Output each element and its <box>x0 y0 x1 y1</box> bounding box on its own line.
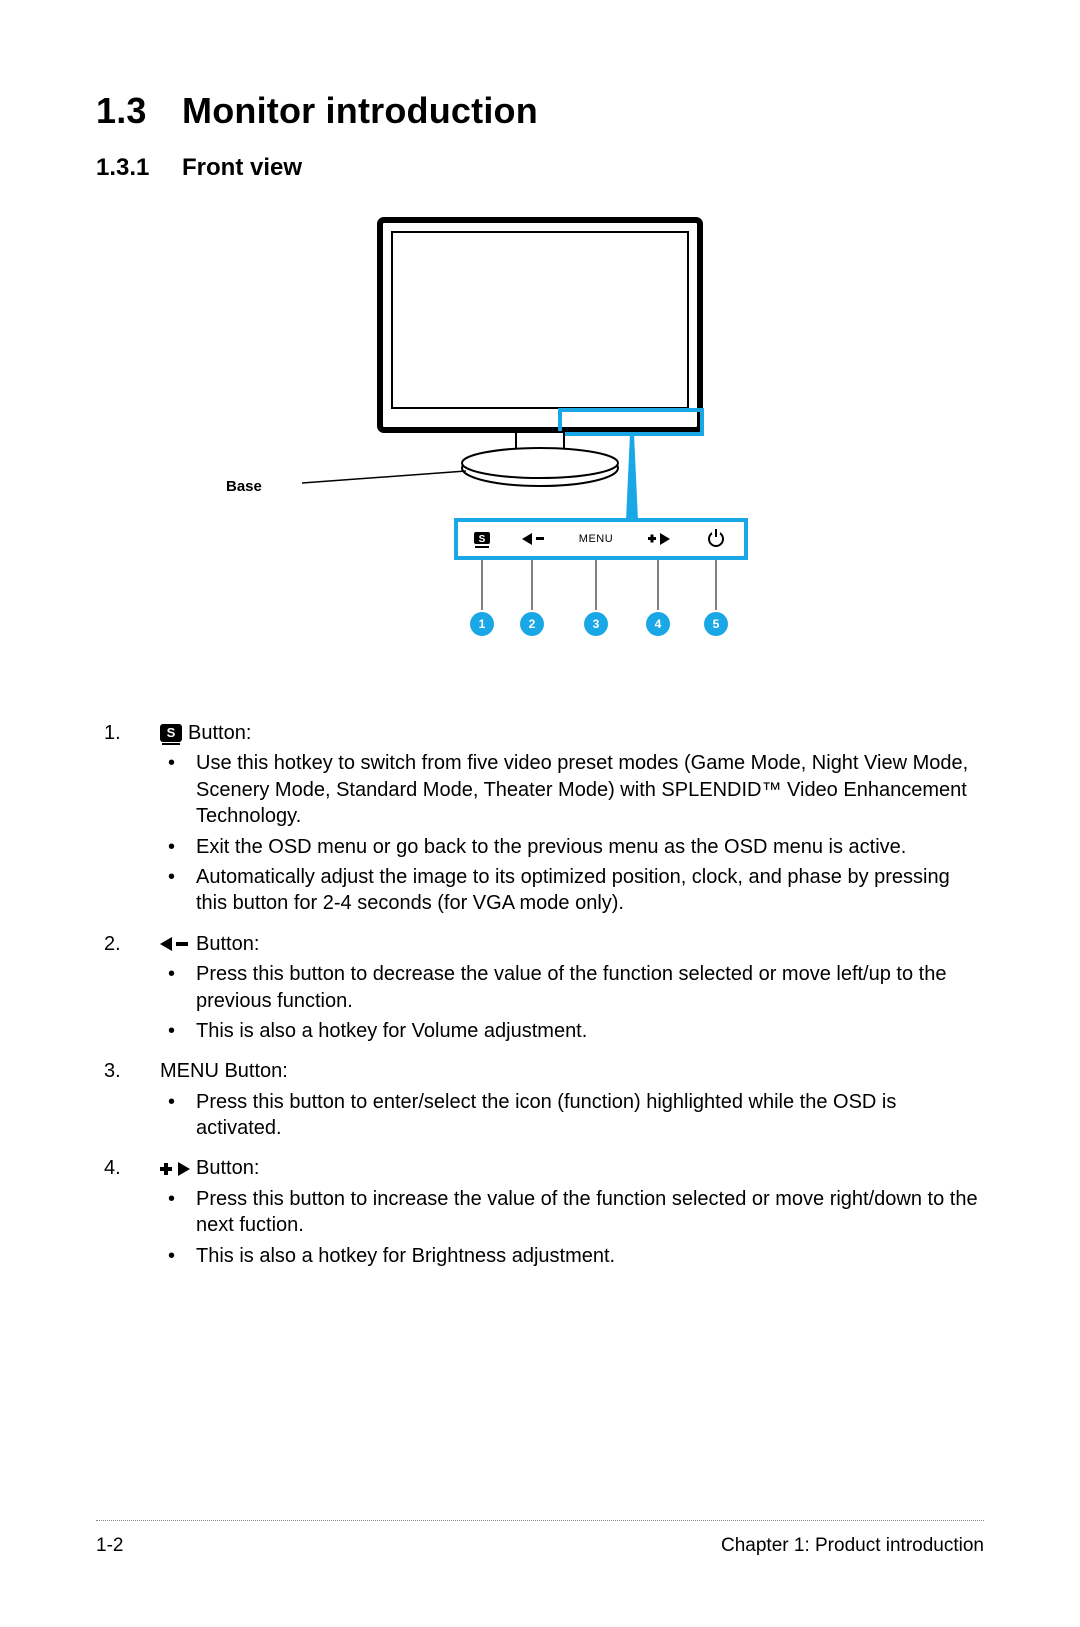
menu-label-icon: MENU <box>579 533 613 545</box>
callout-pointer-icon <box>626 434 638 520</box>
page-number: 1-2 <box>96 1535 123 1557</box>
bullet: Exit the OSD menu or go back to the prev… <box>160 834 984 860</box>
page-footer: 1-2 Chapter 1: Product introduction <box>96 1520 984 1557</box>
base-label: Base <box>226 478 262 495</box>
footer-divider <box>96 1520 984 1521</box>
section-number: 1.3 <box>96 90 182 132</box>
item-heading: Button: <box>160 931 984 957</box>
bullet: Use this hotkey to switch from five vide… <box>160 750 984 829</box>
callout-2: 2 <box>520 612 544 636</box>
bullet: Automatically adjust the image to its op… <box>160 864 984 917</box>
subsection-title: Front view <box>182 154 302 181</box>
svg-text:3: 3 <box>593 617 600 631</box>
item-heading: S Button: <box>160 720 984 746</box>
list-item: S Button: Use this hotkey to switch from… <box>96 720 984 917</box>
item-label: Button: <box>196 931 259 957</box>
svg-text:2: 2 <box>529 617 536 631</box>
svg-text:4: 4 <box>655 617 662 631</box>
callout-5: 5 <box>704 612 728 636</box>
chapter-title: Chapter 1: Product introduction <box>721 1535 984 1557</box>
page: 1.3Monitor introduction 1.3.1Front view … <box>0 0 1080 1627</box>
list-item: MENU Button: Press this button to enter/… <box>96 1058 984 1141</box>
section-title: Monitor introduction <box>182 90 538 131</box>
bullet: This is also a hotkey for Brightness adj… <box>160 1243 984 1269</box>
monitor-illustration: S MENU <box>260 210 820 680</box>
item-label: Button: <box>188 720 251 746</box>
list-item: Button: Press this button to decrease th… <box>96 931 984 1045</box>
list-item: Button: Press this button to increase th… <box>96 1155 984 1269</box>
callout-3: 3 <box>584 612 608 636</box>
button-description-list: S Button: Use this hotkey to switch from… <box>96 720 984 1269</box>
front-view-diagram: Base S <box>96 210 984 690</box>
bullet: Press this button to increase the value … <box>160 1186 984 1239</box>
item-label: MENU Button: <box>160 1058 288 1084</box>
subsection-heading: 1.3.1Front view <box>96 154 984 182</box>
item-heading: Button: <box>160 1155 984 1181</box>
left-minus-icon <box>160 936 190 952</box>
svg-text:S: S <box>479 534 486 545</box>
callout-1: 1 <box>470 612 494 636</box>
callout-4: 4 <box>646 612 670 636</box>
subsection-number: 1.3.1 <box>96 154 182 182</box>
bullet: This is also a hotkey for Volume adjustm… <box>160 1018 984 1044</box>
plus-right-icon <box>160 1161 190 1177</box>
item-heading: MENU Button: <box>160 1058 984 1084</box>
bullet: Press this button to enter/select the ic… <box>160 1089 984 1142</box>
bullet: Press this button to decrease the value … <box>160 961 984 1014</box>
svg-text:5: 5 <box>713 617 720 631</box>
s-button-icon: S <box>160 724 182 742</box>
svg-text:1: 1 <box>479 617 486 631</box>
section-heading: 1.3Monitor introduction <box>96 90 984 132</box>
item-label: Button: <box>196 1155 259 1181</box>
